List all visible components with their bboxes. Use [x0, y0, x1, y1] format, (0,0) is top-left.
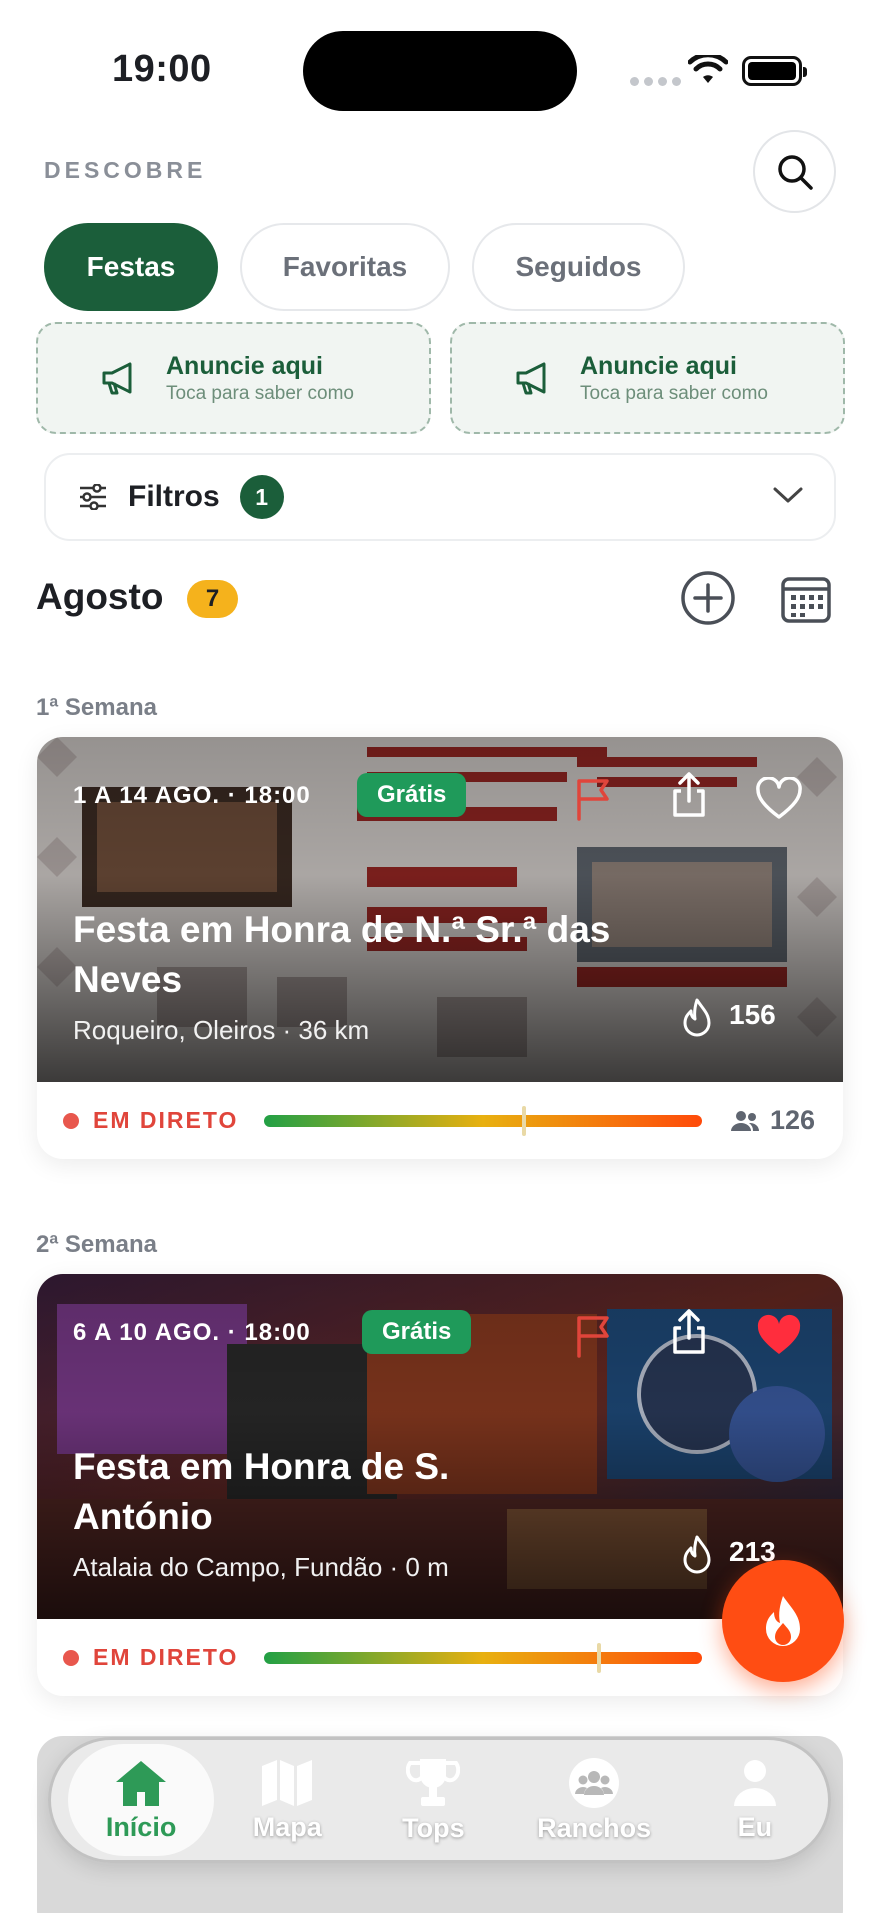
chevron-down-icon	[773, 487, 803, 503]
week-label: 2ª Semana	[36, 1231, 157, 1258]
tab-favoritas[interactable]: Favoritas	[240, 223, 450, 311]
wifi-icon	[688, 55, 728, 83]
heat-marker	[522, 1105, 527, 1136]
bottom-tab-bar: Início Mapa Tops Ranchos Eu	[48, 1737, 831, 1863]
live-label: EM DIRETO	[93, 1644, 239, 1670]
megaphone-icon	[516, 362, 546, 395]
add-event-button[interactable]	[680, 570, 736, 626]
report-flag-icon[interactable]	[574, 777, 614, 821]
event-location: Atalaia do Campo, Fundão · 0 m	[73, 1552, 449, 1582]
live-dot	[63, 1649, 79, 1666]
heat-bar	[264, 1105, 702, 1136]
event-poster: 6 A 10 AGO. · 18:00 Grátis Festa em Honr…	[37, 1274, 843, 1619]
live-dot	[63, 1112, 79, 1129]
free-badge: Grátis	[362, 1310, 472, 1354]
flame-icon	[766, 1596, 800, 1646]
ad-title: Anuncie aqui	[580, 351, 737, 380]
event-card[interactable]: 1 A 14 AGO. · 18:00 Grátis Festa em Honr…	[37, 737, 843, 1159]
nav-ranchos[interactable]: Ranchos	[506, 1744, 681, 1856]
trophy-icon	[406, 1758, 461, 1806]
page-title: DESCOBRE	[44, 157, 207, 183]
event-poster: 1 A 14 AGO. · 18:00 Grátis Festa em Honr…	[37, 737, 843, 1082]
week-label: 1ª Semana	[36, 694, 157, 721]
sliders-icon	[80, 484, 106, 510]
group-icon	[569, 1757, 620, 1808]
flame-icon	[683, 998, 711, 1037]
search-icon	[777, 154, 813, 190]
event-date: 1 A 14 AGO. · 18:00	[73, 782, 311, 809]
dynamic-island	[303, 31, 577, 111]
search-button[interactable]	[753, 130, 836, 213]
filters-label: Filtros	[128, 480, 220, 513]
nav-eu[interactable]: Eu	[682, 1744, 828, 1856]
ad-subtitle: Toca para saber como	[580, 382, 768, 404]
ad-banner-left[interactable]: Anuncie aqui Toca para saber como	[36, 322, 431, 434]
nav-label: Ranchos	[537, 1812, 652, 1843]
people-icon	[730, 1110, 759, 1131]
event-title: Festa em Honra de N.ª Sr.ª das Neves	[73, 909, 611, 1000]
event-card[interactable]: 6 A 10 AGO. · 18:00 Grátis Festa em Honr…	[37, 1274, 843, 1696]
nav-label: Início	[105, 1811, 177, 1842]
report-flag-icon[interactable]	[574, 1314, 614, 1358]
share-icon[interactable]	[669, 1308, 709, 1356]
ad-banner-right[interactable]: Anuncie aqui Toca para saber como	[450, 322, 845, 434]
signal-dots-icon	[630, 77, 681, 86]
attendees-value: 126	[769, 1105, 815, 1135]
nav-tops[interactable]: Tops	[360, 1744, 506, 1856]
tab-seguidos[interactable]: Seguidos	[472, 223, 685, 311]
live-label: EM DIRETO	[93, 1107, 239, 1133]
map-icon	[262, 1759, 313, 1806]
free-badge: Grátis	[357, 773, 467, 817]
nav-label: Mapa	[252, 1811, 322, 1842]
heart-outline-icon[interactable]	[755, 777, 803, 821]
event-title: Festa em Honra de S. António	[73, 1446, 450, 1537]
nav-label: Tops	[402, 1812, 465, 1843]
heat-bar	[264, 1642, 702, 1673]
ad-subtitle: Toca para saber como	[166, 382, 354, 404]
flame-icon	[683, 1535, 711, 1574]
megaphone-icon	[102, 362, 132, 395]
share-icon[interactable]	[669, 771, 709, 819]
filters-dropdown[interactable]: Filtros 1	[44, 453, 836, 541]
battery-icon	[742, 56, 807, 86]
status-time: 19:00	[112, 48, 212, 90]
nav-label: Eu	[737, 1811, 773, 1842]
tab-festas[interactable]: Festas	[44, 223, 218, 311]
home-icon	[116, 1760, 167, 1806]
event-location: Roqueiro, Oleiros · 36 km	[73, 1015, 370, 1045]
live-status-row: EM DIRETO 126	[37, 1082, 843, 1159]
nav-inicio[interactable]: Início	[68, 1744, 215, 1856]
month-count-badge: 7	[187, 580, 238, 618]
heart-filled-icon[interactable]	[755, 1314, 803, 1358]
calendar-button[interactable]	[780, 574, 832, 624]
event-date: 6 A 10 AGO. · 18:00	[73, 1319, 311, 1346]
person-icon	[733, 1759, 776, 1806]
nav-mapa[interactable]: Mapa	[214, 1744, 360, 1856]
hot-events-button[interactable]	[722, 1560, 844, 1682]
filters-count-badge: 1	[239, 475, 284, 519]
month-title: Agosto	[36, 576, 164, 617]
attendees-count: 126	[730, 1105, 815, 1136]
fire-count: 156	[729, 999, 776, 1030]
ad-title: Anuncie aqui	[166, 351, 323, 380]
heat-marker	[596, 1642, 601, 1673]
